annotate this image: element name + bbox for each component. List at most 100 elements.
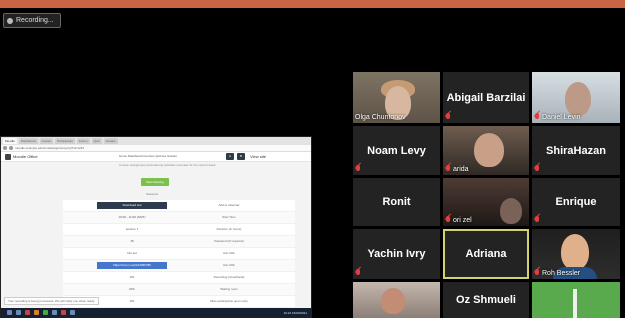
start-meeting-button[interactable]: Start Meeting bbox=[141, 178, 169, 186]
participant-video[interactable]: Daniel Levin bbox=[532, 72, 620, 123]
back-icon[interactable] bbox=[3, 146, 7, 150]
app-icon[interactable] bbox=[70, 310, 75, 315]
mic-muted-icon bbox=[355, 269, 361, 277]
browser-tab[interactable]: Course bbox=[39, 138, 54, 144]
download-list-button[interactable]: Download List bbox=[97, 202, 167, 209]
recording-label: Recording... bbox=[16, 17, 54, 24]
participant-name: Roh Bessler bbox=[542, 269, 581, 277]
app-icon[interactable] bbox=[52, 310, 57, 315]
table-cell: ON bbox=[129, 299, 135, 303]
browser-tab[interactable]: Dashboard bbox=[18, 138, 38, 144]
browser-tab[interactable]: Forum bbox=[76, 138, 90, 144]
table-cell: Lecture 1 bbox=[125, 227, 139, 231]
participant-name: ori zel bbox=[453, 216, 472, 224]
participant-name: arida bbox=[453, 165, 469, 173]
shared-screen: Moodle Dashboard Course Participants For… bbox=[0, 136, 312, 318]
participant-video[interactable] bbox=[353, 282, 440, 318]
table-cell: Start Time bbox=[222, 215, 236, 219]
search-icon[interactable] bbox=[16, 310, 21, 315]
participant-name: ShiraHazan bbox=[546, 144, 606, 157]
app-icon[interactable] bbox=[34, 310, 39, 315]
mic-muted-icon bbox=[534, 269, 540, 277]
participant-caption bbox=[534, 216, 540, 224]
table-row: Lecture 1 Duration (in hours) bbox=[63, 224, 295, 236]
face-shape bbox=[500, 198, 522, 224]
page-label: Sessions bbox=[146, 192, 159, 196]
participant-name: Yachin Ivry bbox=[367, 248, 426, 260]
site-button-a[interactable]: A bbox=[226, 153, 234, 160]
table-cell: Add to calendar bbox=[218, 203, 240, 207]
app-icon[interactable] bbox=[43, 310, 48, 315]
address-url[interactable]: moodle.example.edu/mod/assign/view.php?i… bbox=[15, 146, 84, 150]
participant-tile[interactable]: Abigail Barzilai bbox=[443, 72, 529, 123]
participant-video[interactable]: arida bbox=[443, 126, 529, 175]
participant-tile[interactable]: Oz Shmueli bbox=[443, 282, 529, 318]
mic-muted-icon bbox=[534, 165, 540, 173]
participant-video[interactable] bbox=[532, 282, 620, 318]
table-cell: Join URL bbox=[222, 263, 236, 267]
site-button-b[interactable]: B bbox=[237, 153, 245, 160]
participant-caption: arida bbox=[445, 165, 469, 173]
recording-icon bbox=[7, 17, 13, 24]
site-brand: View site bbox=[250, 154, 266, 159]
refresh-icon[interactable] bbox=[9, 146, 13, 150]
browser-address-bar[interactable]: moodle.example.edu/mod/assign/view.php?i… bbox=[1, 145, 311, 152]
start-icon[interactable] bbox=[7, 310, 12, 315]
participant-video[interactable]: Roh Bessler bbox=[532, 229, 620, 279]
participant-name: Oz Shmueli bbox=[456, 294, 516, 306]
site-menu[interactable]: Home Dashboard Courses Quizzes Grades bbox=[119, 154, 177, 158]
mic-muted-icon bbox=[355, 165, 361, 173]
browser-tab[interactable]: Quiz bbox=[91, 138, 102, 144]
participant-tile-active[interactable]: Adriana bbox=[443, 229, 529, 279]
table-row: 10:00 - 11:00 (GMT) Start Time bbox=[63, 212, 295, 224]
table-cell: Mute participants upon entry bbox=[210, 299, 248, 303]
participant-name: Daniel Levin bbox=[542, 113, 581, 121]
screen-bar-shape bbox=[573, 289, 577, 318]
table-row: ON Recording (cloud/local) bbox=[63, 272, 295, 284]
mic-muted-icon bbox=[534, 113, 540, 121]
participant-video[interactable]: ori zel bbox=[443, 178, 529, 226]
participant-caption bbox=[355, 165, 361, 173]
site-name: Moodle Office bbox=[13, 154, 38, 159]
mic-muted-icon bbox=[534, 216, 540, 224]
participant-tile[interactable]: Noam Levy bbox=[353, 126, 440, 175]
os-taskbar: 10:24 15/03/2021 bbox=[1, 308, 311, 317]
participant-tile[interactable]: Ronit bbox=[353, 178, 440, 226]
table-cell: Not set bbox=[127, 251, 137, 255]
table-row: Download List Add to calendar bbox=[63, 200, 295, 212]
face-shape bbox=[381, 288, 405, 314]
site-header: Moodle Office Home Dashboard Courses Qui… bbox=[1, 152, 311, 162]
participant-caption bbox=[355, 269, 361, 277]
table-cell: Join URL bbox=[222, 251, 236, 255]
table-cell: OFF bbox=[129, 287, 135, 291]
participant-caption: Roh Bessler bbox=[534, 269, 580, 277]
participant-name: Adriana bbox=[465, 248, 507, 260]
mic-muted-icon bbox=[445, 165, 451, 173]
course-subheader: Course: Assignment and learning activiti… bbox=[119, 163, 216, 167]
participant-caption bbox=[534, 165, 540, 173]
browser-tab[interactable]: Participants bbox=[55, 138, 75, 144]
participant-tile[interactable]: Yachin Ivry bbox=[353, 229, 440, 279]
participant-name: Enrique bbox=[555, 196, 597, 208]
app-icon[interactable] bbox=[25, 310, 30, 315]
table-row: Not set Join URL bbox=[63, 248, 295, 260]
participant-tile[interactable]: Enrique bbox=[532, 178, 620, 226]
browser-tab[interactable]: Moodle bbox=[3, 138, 17, 144]
site-logo-icon bbox=[5, 154, 11, 160]
participant-video[interactable]: Olga Chuntonov bbox=[353, 72, 440, 123]
participant-tile[interactable]: ShiraHazan bbox=[532, 126, 620, 175]
table-cell: Waiting room bbox=[220, 287, 238, 291]
participant-caption: Olga Chuntonov bbox=[355, 114, 406, 121]
face-shape bbox=[561, 234, 589, 270]
screen-root: { "recording": { "label": "Recording..."… bbox=[0, 0, 625, 318]
participant-name: Abigail Barzilai bbox=[446, 91, 526, 104]
join-url-link[interactable]: https://zoom.us/j/123456789 bbox=[97, 262, 167, 269]
table-row: https://zoom.us/j/123456789 Join URL bbox=[63, 260, 295, 272]
table-row: OFF Waiting room bbox=[63, 284, 295, 296]
recording-indicator: Recording... bbox=[3, 13, 61, 28]
app-icon[interactable] bbox=[61, 310, 66, 315]
table-cell: 45 bbox=[130, 239, 134, 243]
table-cell: Duration (in hours) bbox=[216, 227, 242, 231]
browser-tab[interactable]: Grades bbox=[103, 138, 118, 144]
face-shape bbox=[474, 133, 504, 167]
